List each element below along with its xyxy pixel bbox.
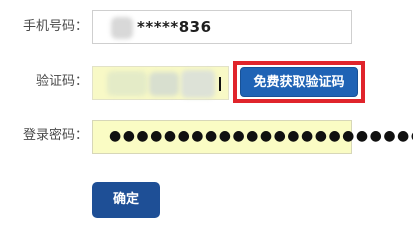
submit-button[interactable]: 确定: [92, 182, 160, 218]
code-redaction-blur-2: [149, 72, 179, 96]
get-verification-code-button[interactable]: 免费获取验证码: [240, 67, 358, 97]
phone-value: *****836: [137, 18, 212, 36]
code-redaction-blur-1: [107, 71, 147, 96]
verification-code-label: 验证码：: [35, 74, 88, 89]
verification-code-input[interactable]: [92, 66, 229, 100]
code-redaction-blur-3: [181, 70, 215, 98]
phone-label: 手机号码：: [22, 19, 88, 34]
text-caret: [219, 77, 221, 91]
password-label: 登录密码：: [22, 128, 88, 143]
password-input[interactable]: ●●●●●●●●●●●●●●●●●●●●●●●: [92, 120, 413, 154]
phone-input[interactable]: *****836: [92, 10, 352, 44]
password-mask: ●●●●●●●●●●●●●●●●●●●●●●●: [109, 128, 413, 144]
phone-redaction-blur: [111, 17, 133, 39]
